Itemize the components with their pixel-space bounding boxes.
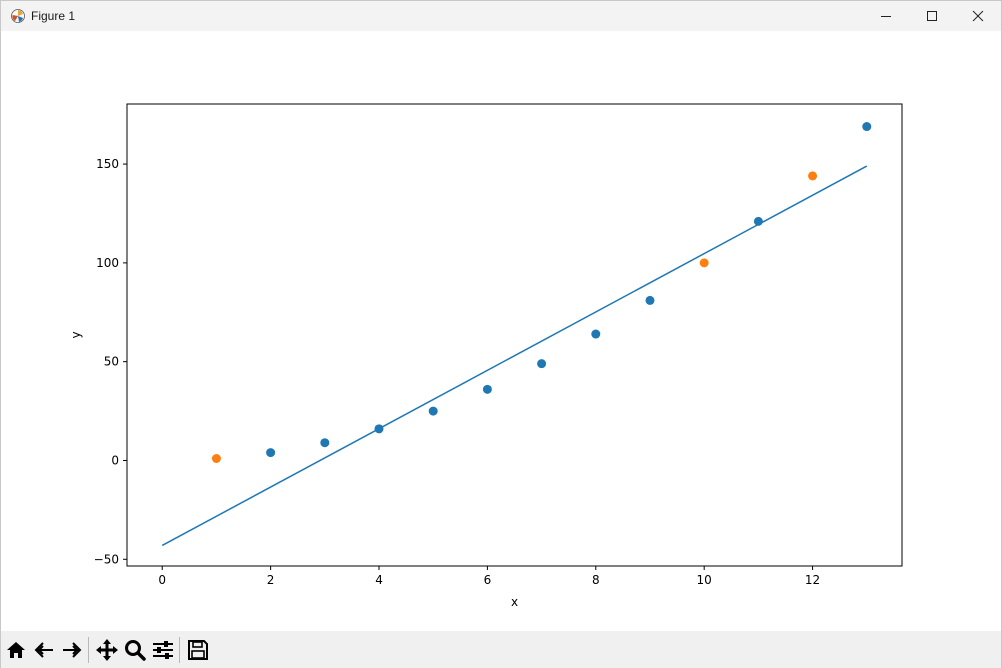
y-tick-label: −50: [94, 552, 119, 566]
matplotlib-app-icon: [10, 8, 26, 24]
toolbar-separator: [179, 636, 180, 663]
data-point: [374, 424, 384, 434]
scatter-chart: 0 2 4 6 8 10 12 −50 0 50 100 150 x y: [69, 103, 903, 609]
toolbar-separator: [88, 636, 89, 663]
maximize-button[interactable]: [909, 1, 955, 31]
forward-icon: [63, 641, 82, 658]
minimize-icon: [881, 16, 891, 17]
x-tick-label: 0: [158, 573, 166, 587]
x-tick-label: 6: [484, 573, 492, 587]
zoom-button[interactable]: [122, 637, 148, 663]
maximize-icon: [927, 11, 937, 21]
figure-canvas[interactable]: 0 2 4 6 8 10 12 −50 0 50 100 150 x y: [1, 31, 1001, 631]
y-tick-label: 100: [96, 256, 119, 270]
data-point: [320, 438, 330, 448]
save-icon: [188, 639, 208, 660]
save-button[interactable]: [185, 637, 211, 663]
title-bar[interactable]: Figure 1: [1, 1, 1001, 31]
data-point: [753, 216, 763, 226]
figure-window: Figure 1 0 2 4 6 8 10 12 −50 0 50 100 150 x y: [0, 0, 1002, 668]
pan-button[interactable]: [94, 637, 120, 663]
back-icon: [34, 641, 53, 658]
y-tick-label: 150: [96, 157, 119, 171]
configure-subplots-icon: [153, 640, 173, 659]
data-point: [428, 406, 438, 416]
data-point: [211, 454, 221, 464]
home-button[interactable]: [3, 637, 29, 663]
data-point: [537, 359, 547, 369]
x-tick-label: 4: [375, 573, 383, 587]
zoom-icon: [125, 639, 146, 661]
navigation-toolbar: [1, 631, 1001, 668]
x-tick-label: 10: [697, 573, 712, 587]
close-icon: [972, 10, 984, 22]
minimize-button[interactable]: [863, 1, 909, 31]
home-icon: [7, 641, 25, 658]
data-point: [808, 171, 818, 181]
x-tick-label: 12: [805, 573, 820, 587]
data-point: [266, 448, 276, 458]
data-point: [482, 384, 492, 394]
data-point: [699, 258, 709, 268]
y-tick-label: 50: [104, 355, 119, 369]
y-axis-label: y: [69, 331, 83, 338]
pan-icon: [96, 638, 118, 661]
close-button[interactable]: [955, 1, 1001, 31]
x-tick-label: 8: [592, 573, 600, 587]
data-point: [591, 329, 601, 339]
window-title: Figure 1: [31, 9, 76, 23]
plot-frame: [126, 103, 903, 567]
x-axis-label: x: [511, 595, 518, 609]
data-point: [862, 122, 872, 132]
back-button[interactable]: [31, 637, 57, 663]
x-tick-label: 2: [267, 573, 275, 587]
configure-subplots-button[interactable]: [150, 637, 176, 663]
y-tick-label: 0: [111, 453, 119, 467]
data-point: [645, 295, 655, 305]
forward-button[interactable]: [59, 637, 85, 663]
